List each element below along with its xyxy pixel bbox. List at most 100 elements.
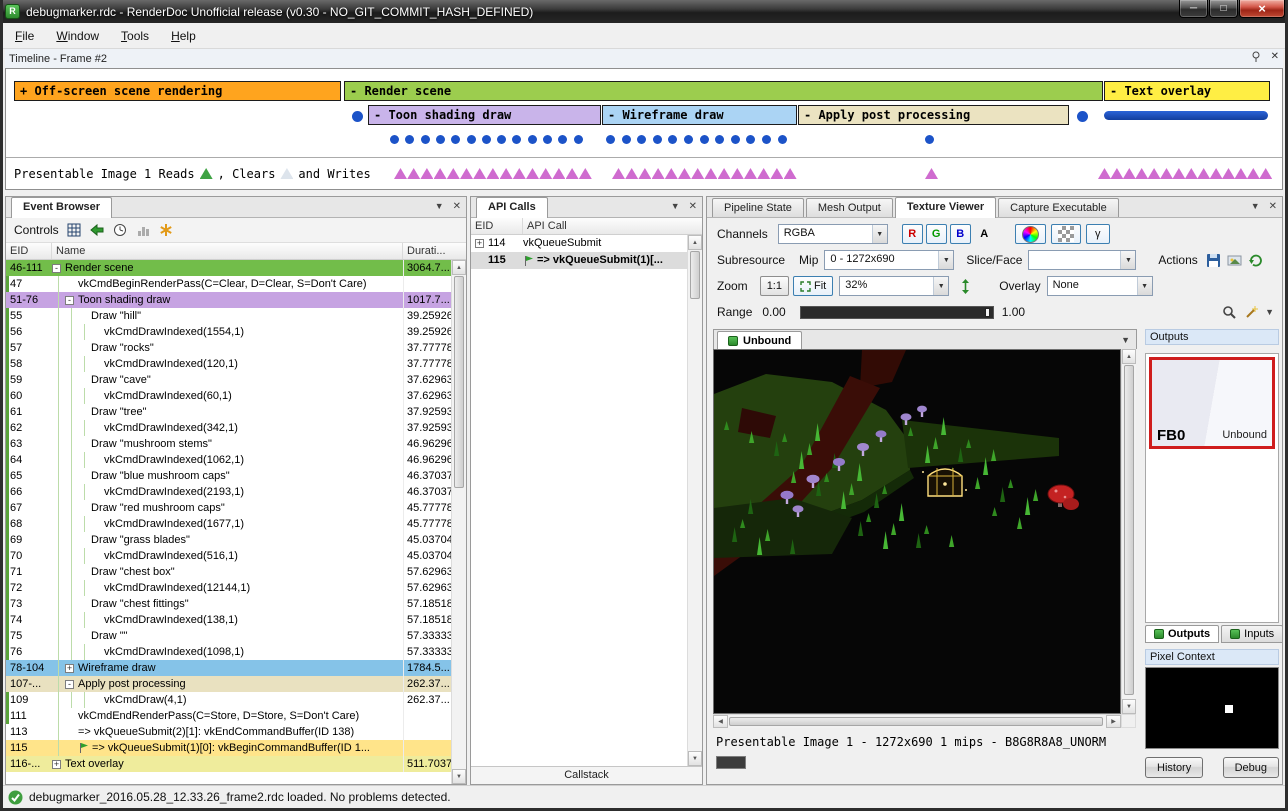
draw-call-dot[interactable] — [482, 135, 491, 144]
chart-icon[interactable] — [135, 222, 151, 238]
channel-red-toggle[interactable]: R — [902, 224, 923, 244]
overlay-dropdown[interactable]: None▼ — [1047, 276, 1153, 296]
draw-call-dot[interactable] — [925, 135, 934, 144]
tree-expander[interactable]: + — [52, 760, 61, 769]
timeline-section[interactable]: + Off-screen scene rendering — [14, 81, 341, 101]
range-min-value[interactable]: 0.00 — [762, 305, 785, 319]
wand-icon[interactable] — [1243, 304, 1259, 320]
draw-call-dot[interactable] — [700, 135, 709, 144]
event-row[interactable]: 69Draw "grass blades"45.03704 — [6, 532, 451, 548]
texture-horizontal-scrollbar[interactable]: ◀ ▶ — [713, 714, 1121, 728]
event-row[interactable]: 109vkCmdDraw(4,1)262.37... — [6, 692, 451, 708]
draw-call-dot[interactable] — [637, 135, 646, 144]
draw-call-dot[interactable] — [574, 135, 583, 144]
texture-display[interactable] — [713, 349, 1121, 714]
alpha-background-button[interactable] — [1051, 224, 1081, 244]
event-row[interactable]: 74vkCmdDrawIndexed(138,1)57.18518 — [6, 612, 451, 628]
event-row[interactable]: 58vkCmdDrawIndexed(120,1)37.77778 — [6, 356, 451, 372]
debug-button[interactable]: Debug — [1223, 757, 1279, 778]
scrollbar-thumb[interactable] — [1124, 365, 1134, 695]
event-row[interactable]: 65Draw "blue mushroom caps"46.37037 — [6, 468, 451, 484]
event-row[interactable]: 71Draw "chest box"57.62963 — [6, 564, 451, 580]
back-arrow-icon[interactable] — [89, 222, 105, 238]
zoom-level-combo[interactable]: 32%▼ — [839, 276, 949, 296]
event-row[interactable]: 60vkCmdDrawIndexed(60,1)37.62963 — [6, 388, 451, 404]
api-list-scrollbar[interactable]: ▲ ▼ — [687, 235, 702, 766]
timeline-subsection[interactable]: - Wireframe draw — [602, 105, 797, 125]
history-button[interactable]: History — [1145, 757, 1203, 778]
event-row[interactable]: 59Draw "cave"37.62963 — [6, 372, 451, 388]
tree-expander[interactable]: - — [65, 296, 74, 305]
minimize-button[interactable]: ─ — [1179, 0, 1208, 18]
maximize-button[interactable]: □ — [1209, 0, 1238, 18]
event-list[interactable]: 46-111-Render scene3064.7...47vkCmdBegin… — [6, 260, 451, 784]
event-row[interactable]: 115=> vkQueueSubmit(1)[0]: vkBeginComman… — [6, 740, 451, 756]
panel-close-icon[interactable]: ✕ — [453, 201, 461, 212]
close-panel-icon[interactable]: ✕ — [1271, 51, 1279, 62]
event-row[interactable]: 63Draw "mushroom stems"46.96296 — [6, 436, 451, 452]
tree-expander[interactable]: + — [65, 664, 74, 673]
draw-call-dot[interactable] — [746, 135, 755, 144]
scroll-down-icon[interactable]: ▼ — [688, 751, 702, 766]
draw-call-dot[interactable] — [762, 135, 771, 144]
draw-call-dot[interactable] — [543, 135, 552, 144]
event-row[interactable]: 62vkCmdDrawIndexed(342,1)37.92593 — [6, 420, 451, 436]
tab-inputs[interactable]: Inputs — [1221, 625, 1283, 643]
event-row[interactable]: 55Draw "hill"39.25926 — [6, 308, 451, 324]
event-row[interactable]: 107-...-Apply post processing262.37... — [6, 676, 451, 692]
clock-icon[interactable] — [112, 222, 128, 238]
close-button[interactable]: × — [1239, 0, 1285, 18]
draw-call-dot[interactable] — [653, 135, 662, 144]
text-overlay-bar[interactable] — [1104, 111, 1268, 120]
flip-y-icon[interactable] — [957, 278, 973, 294]
column-api-call[interactable]: API Call — [523, 218, 702, 234]
tab-api-calls[interactable]: API Calls — [476, 197, 548, 218]
scroll-up-icon[interactable]: ▲ — [688, 235, 702, 250]
scroll-down-icon[interactable]: ▼ — [452, 769, 466, 784]
callstack-section[interactable]: Callstack — [471, 766, 702, 784]
channel-green-toggle[interactable]: G — [926, 224, 947, 244]
panel-menu-chevron-icon[interactable]: ▼ — [1251, 201, 1260, 212]
draw-call-dot[interactable] — [668, 135, 677, 144]
timeline-subsection[interactable]: - Apply post processing — [798, 105, 1069, 125]
event-row[interactable]: 67Draw "red mushroom caps"45.77778 — [6, 500, 451, 516]
draw-call-dot[interactable] — [497, 135, 506, 144]
pin-icon[interactable] — [1251, 51, 1261, 62]
star-icon[interactable] — [158, 222, 174, 238]
draw-call-dot[interactable] — [467, 135, 476, 144]
draw-call-dot[interactable] — [606, 135, 615, 144]
channel-blue-toggle[interactable]: B — [950, 224, 971, 244]
gamma-button[interactable]: γ — [1086, 224, 1110, 244]
clears-marker[interactable] — [280, 168, 293, 179]
event-row[interactable]: 75Draw ""57.33333 — [6, 628, 451, 644]
tab-mesh-output[interactable]: Mesh Output — [806, 198, 893, 217]
draw-call-dot[interactable] — [390, 135, 399, 144]
custom-display-button[interactable] — [1015, 224, 1046, 244]
export-image-icon[interactable] — [1227, 252, 1243, 268]
grid-icon[interactable] — [66, 222, 82, 238]
column-name[interactable]: Name — [52, 243, 403, 259]
panel-menu-chevron-icon[interactable]: ▼ — [671, 201, 680, 212]
event-row[interactable]: 56vkCmdDrawIndexed(1554,1)39.25926 — [6, 324, 451, 340]
panel-close-icon[interactable]: ✕ — [689, 201, 697, 212]
timeline-section[interactable]: - Text overlay — [1104, 81, 1270, 101]
slice-face-dropdown[interactable]: ▼ — [1028, 250, 1136, 270]
draw-call-dot[interactable] — [684, 135, 693, 144]
chevron-down-icon[interactable]: ▼ — [1121, 335, 1130, 345]
outputs-list[interactable]: FB0 Unbound — [1145, 353, 1279, 623]
draw-call-dot[interactable] — [558, 135, 567, 144]
draw-call-dot[interactable] — [528, 135, 537, 144]
tree-expander[interactable]: - — [52, 264, 61, 273]
column-eid[interactable]: EID — [471, 218, 523, 234]
pixel-context-display[interactable] — [1145, 667, 1279, 749]
channel-alpha-toggle[interactable]: A — [974, 224, 995, 244]
scrollbar-thumb[interactable] — [729, 717, 1103, 726]
draw-call-dot[interactable] — [405, 135, 414, 144]
event-row[interactable]: 57Draw "rocks"37.77778 — [6, 340, 451, 356]
column-duration[interactable]: Durati... — [403, 243, 466, 259]
tree-expander[interactable]: + — [475, 239, 484, 248]
tab-unbound-texture[interactable]: Unbound — [717, 331, 802, 349]
event-row[interactable]: 78-104+Wireframe draw1784.5... — [6, 660, 451, 676]
zoom-1to1-button[interactable]: 1:1 — [760, 276, 789, 296]
range-max-value[interactable]: 1.00 — [1002, 305, 1025, 319]
